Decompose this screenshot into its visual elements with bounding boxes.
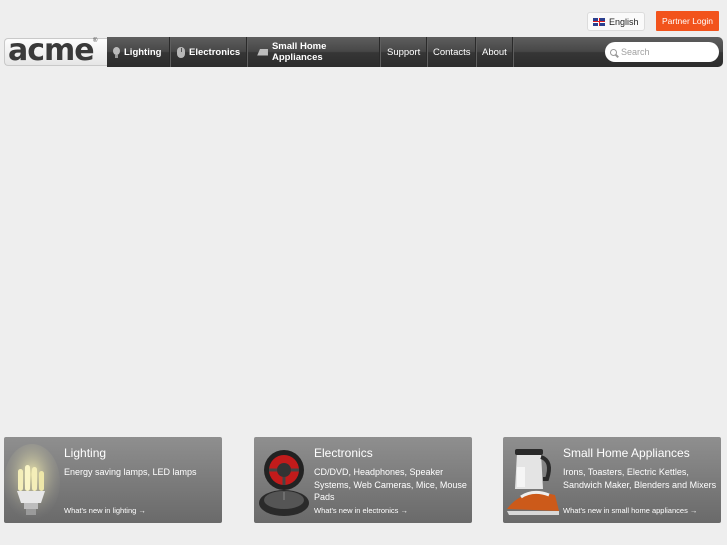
energy-saving-lamp-icon xyxy=(4,444,60,520)
card-link-electronics[interactable]: What's new in electronics → xyxy=(314,506,408,515)
kettle-and-iron-icon xyxy=(507,449,559,515)
nav-item-lighting[interactable]: Lighting xyxy=(107,37,170,67)
category-card-electronics[interactable]: Electronics CD/DVD, Headphones, Speaker … xyxy=(254,437,472,523)
nav-item-label: Support xyxy=(387,46,421,58)
language-selector[interactable]: English xyxy=(587,12,645,31)
card-title: Lighting xyxy=(64,446,107,460)
search-input[interactable] xyxy=(621,47,711,57)
nav-item-label: Electronics xyxy=(189,46,241,58)
category-card-small-home-appliances[interactable]: Small Home Appliances Irons, Toasters, E… xyxy=(503,437,721,523)
uk-flag-icon xyxy=(593,17,605,26)
nav-item-electronics[interactable]: Electronics xyxy=(170,37,247,67)
nav-item-label: Lighting xyxy=(124,46,162,58)
bulb-icon xyxy=(113,46,120,58)
partner-login-button[interactable]: Partner Login xyxy=(656,11,719,31)
language-label: English xyxy=(609,16,639,27)
card-link-small-home-appliances[interactable]: What's new in small home appliances → xyxy=(563,506,697,515)
card-link-lighting[interactable]: What's new in lighting → xyxy=(64,506,146,515)
search-box[interactable] xyxy=(605,42,719,62)
nav-item-label: About xyxy=(482,46,507,58)
search-icon[interactable] xyxy=(610,48,617,56)
nav-item-contacts[interactable]: Contacts xyxy=(427,37,476,67)
registered-mark: ® xyxy=(93,38,98,44)
card-description: Energy saving lamps, LED lamps xyxy=(64,467,197,477)
nav-item-label: Small Home Appliances xyxy=(271,41,327,63)
category-card-lighting[interactable]: Lighting Energy saving lamps, LED lamps … xyxy=(4,437,222,523)
acme-logo[interactable]: acme xyxy=(8,33,95,69)
nav-item-small-home-appliances[interactable]: Small Home Appliances xyxy=(247,37,380,67)
steering-wheel-and-mouse-icon xyxy=(259,450,309,516)
card-title: Small Home Appliances xyxy=(563,446,690,460)
card-title: Electronics xyxy=(314,446,373,460)
nav-item-label: Contacts xyxy=(433,46,471,58)
nav-item-support[interactable]: Support xyxy=(380,37,427,67)
nav-item-about[interactable]: About xyxy=(476,37,513,67)
iron-icon xyxy=(257,48,268,56)
card-description: CD/DVD, Headphones, Speaker Systems, Web… xyxy=(314,467,467,502)
card-description: Irons, Toasters, Electric Kettles, Sandw… xyxy=(563,467,717,490)
mouse-icon xyxy=(177,46,185,58)
